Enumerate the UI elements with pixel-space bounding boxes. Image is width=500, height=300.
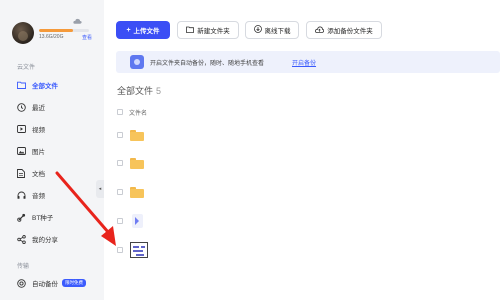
sidebar-item-label: 文档 [32, 171, 45, 178]
plus-icon: + [126, 26, 131, 34]
offline-download-label: 离线下载 [264, 28, 291, 35]
sidebar-item-images[interactable]: 图片 [10, 142, 98, 160]
sidebar-item-label: 自动备份 [32, 281, 58, 288]
sidebar-item-label: BT种子 [32, 215, 54, 222]
share-icon [16, 234, 26, 244]
row-checkbox[interactable] [117, 218, 123, 224]
offline-download-button[interactable]: 离线下载 [245, 21, 299, 39]
free-trial-badge: 限时免费 [62, 279, 86, 287]
avatar[interactable] [12, 22, 34, 44]
column-header-name[interactable]: 文件名 [129, 108, 147, 117]
enable-backup-link[interactable]: 开启备份 [292, 58, 316, 67]
page-title: 全部文件 5 [117, 84, 161, 97]
profile-area: 13.6G/20G 查看 [12, 18, 100, 44]
backup-icon [16, 278, 26, 288]
page-title-text: 全部文件 [117, 86, 154, 96]
file-row[interactable] [117, 124, 500, 146]
sidebar-item-my-shares[interactable]: 我的分享 [10, 230, 98, 248]
sidebar-item-bt-torrent[interactable]: BT种子 [10, 208, 98, 226]
sidebar-item-label: 音频 [32, 193, 45, 200]
chevron-left-icon: ◂ [98, 186, 102, 192]
sidebar-item-recent[interactable]: 最近 [10, 98, 98, 116]
document-icon [16, 168, 26, 178]
clock-icon [16, 102, 26, 112]
sidebar-item-label: 视频 [32, 127, 45, 134]
image-icon [16, 146, 26, 156]
new-folder-label: 新建文件夹 [197, 28, 230, 35]
row-checkbox[interactable] [117, 132, 123, 138]
sidebar-collapse-handle[interactable]: ◂ [96, 180, 104, 198]
sidebar-item-label: 图片 [32, 149, 45, 156]
file-row[interactable] [117, 210, 500, 232]
view-storage-link[interactable]: 查看 [82, 34, 92, 41]
file-row[interactable] [117, 181, 500, 203]
cloud-upload-icon [315, 26, 325, 35]
folder-icon [130, 129, 144, 141]
sidebar-item-documents[interactable]: 文档 [10, 164, 98, 182]
sidebar-item-audio[interactable]: 音频 [10, 186, 98, 204]
sidebar-item-auto-backup[interactable]: 自动备份 限时免费 [10, 274, 98, 292]
download-icon [253, 25, 262, 35]
video-icon [16, 124, 26, 134]
file-row[interactable] [117, 152, 500, 174]
section-label-transfer: 传输 [17, 264, 30, 270]
folder-icon [130, 186, 144, 198]
folder-icon [130, 157, 144, 169]
sidebar: 13.6G/20G 查看 云文件 全部文件 最近 视频 图片 文档 音频 BT种… [0, 0, 104, 300]
folder-icon [16, 80, 26, 90]
sidebar-item-label: 全部文件 [32, 83, 58, 90]
cloud-icon [73, 18, 82, 24]
upload-file-button[interactable]: + 上传文件 [116, 21, 170, 39]
row-checkbox[interactable] [117, 247, 123, 253]
new-folder-button[interactable]: 新建文件夹 [177, 21, 239, 39]
storage-bar [39, 29, 89, 32]
banner-text: 开启文件夹自动备份，随时、随地手机查看 [150, 61, 265, 67]
sidebar-item-label: 最近 [32, 105, 45, 112]
add-backup-folder-button[interactable]: 添加备份文件夹 [306, 21, 382, 39]
file-count: 5 [156, 86, 162, 96]
upload-file-label: 上传文件 [133, 28, 160, 35]
document-thumbnail [130, 242, 148, 258]
sidebar-item-all-files[interactable]: 全部文件 [10, 76, 98, 94]
row-checkbox[interactable] [117, 160, 123, 166]
folder-plus-icon [186, 26, 195, 35]
storage-usage-text: 13.6G/20G [39, 34, 64, 40]
row-checkbox[interactable] [117, 189, 123, 195]
backup-promo-banner: 开启文件夹自动备份，随时、随地手机查看 开启备份 [116, 51, 500, 73]
headphones-icon [16, 190, 26, 200]
file-row[interactable] [117, 239, 500, 261]
video-file-icon [132, 214, 143, 228]
sidebar-item-label: 我的分享 [32, 237, 58, 244]
add-backup-folder-label: 添加备份文件夹 [327, 28, 373, 35]
backup-promo-icon [130, 55, 144, 69]
select-all-checkbox[interactable] [117, 109, 123, 115]
storage-bar-fill [39, 29, 73, 32]
bt-icon [16, 212, 26, 222]
sidebar-item-videos[interactable]: 视频 [10, 120, 98, 138]
file-list-header: 文件名 [117, 106, 500, 118]
section-label-cloud-files: 云文件 [17, 65, 36, 71]
